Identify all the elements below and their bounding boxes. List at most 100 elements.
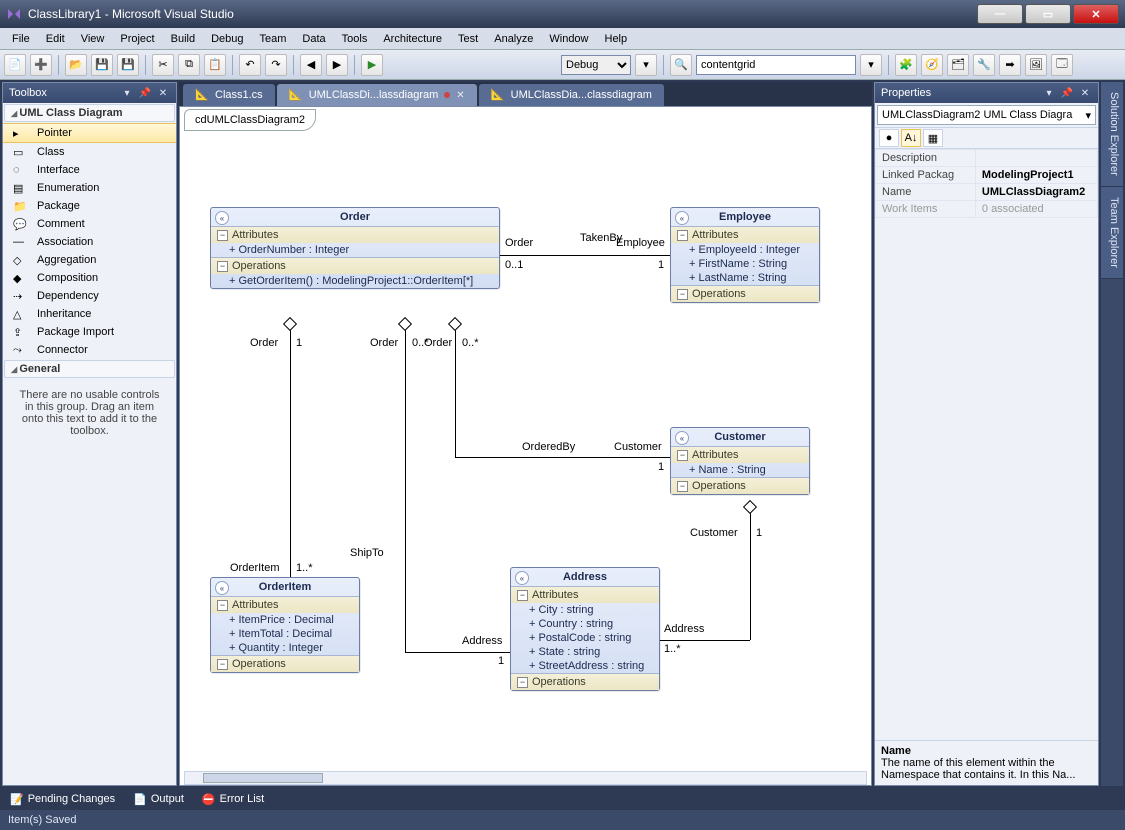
error-list-tab[interactable]: ⛔ Error List: [198, 793, 268, 806]
menu-tools[interactable]: Tools: [334, 31, 376, 47]
output-tab[interactable]: 📄 Output: [129, 793, 188, 806]
document-tab-2[interactable]: 📐UMLClassDia...classdiagram: [479, 84, 664, 106]
toolbox-pin-icon[interactable]: 📌: [138, 86, 152, 100]
toolbox-close-icon[interactable]: ✕: [156, 86, 170, 100]
toolbox-item-inheritance[interactable]: △Inheritance: [3, 305, 176, 323]
expand-icon[interactable]: −: [217, 230, 228, 241]
menu-team[interactable]: Team: [252, 31, 295, 47]
property-row[interactable]: Linked PackagModelingProject1: [876, 167, 1098, 184]
assoc-line[interactable]: [455, 457, 670, 458]
toolbox-item-pointer[interactable]: ▸Pointer: [3, 123, 176, 143]
properties-close-icon[interactable]: ✕: [1078, 86, 1092, 100]
uml-class-employee[interactable]: «Employee −Attributes + EmployeeId : Int…: [670, 207, 820, 303]
assoc-line[interactable]: [660, 640, 750, 641]
copy-button[interactable]: ⧉: [178, 54, 200, 76]
collapse-icon[interactable]: «: [215, 211, 229, 225]
document-tab-0[interactable]: 📐Class1.cs: [183, 84, 275, 106]
tb-extra-2[interactable]: 🧭: [921, 54, 943, 76]
redo-button[interactable]: ↷: [265, 54, 287, 76]
categorized-button[interactable]: ⦁: [879, 129, 899, 147]
menu-view[interactable]: View: [73, 31, 113, 47]
toolbox-item-dependency[interactable]: ⇢Dependency: [3, 287, 176, 305]
tb-extra-4[interactable]: 🔧: [973, 54, 995, 76]
toolbox-item-enumeration[interactable]: ▤Enumeration: [3, 179, 176, 197]
menu-data[interactable]: Data: [294, 31, 333, 47]
menu-build[interactable]: Build: [163, 31, 203, 47]
find-input[interactable]: [696, 55, 856, 75]
assoc-line[interactable]: [290, 322, 291, 577]
maximize-button[interactable]: ▭: [1025, 4, 1071, 24]
uml-class-orderitem[interactable]: «OrderItem −Attributes + ItemPrice : Dec…: [210, 577, 360, 673]
assoc-line[interactable]: [750, 505, 751, 640]
nav-back-button[interactable]: ◀: [300, 54, 322, 76]
tb-extra-3[interactable]: 🗂: [947, 54, 969, 76]
uml-designer[interactable]: cd UMLClassDiagram2 «Order −Attributes +…: [179, 106, 872, 786]
toolbox-item-aggregation[interactable]: ◇Aggregation: [3, 251, 176, 269]
alphabetical-button[interactable]: A↓: [901, 129, 921, 147]
save-button[interactable]: 💾: [91, 54, 113, 76]
property-row[interactable]: Description: [876, 150, 1098, 167]
add-item-button[interactable]: ➕: [30, 54, 52, 76]
property-row[interactable]: NameUMLClassDiagram2: [876, 184, 1098, 201]
find-dropdown[interactable]: ▾: [860, 54, 882, 76]
start-debug-button[interactable]: ▶: [361, 54, 383, 76]
save-all-button[interactable]: 💾: [117, 54, 139, 76]
menu-window[interactable]: Window: [541, 31, 596, 47]
menu-analyze[interactable]: Analyze: [486, 31, 541, 47]
close-button[interactable]: ✕: [1073, 4, 1119, 24]
properties-grid[interactable]: DescriptionLinked PackagModelingProject1…: [875, 149, 1098, 218]
toolbox-item-comment[interactable]: 💬Comment: [3, 215, 176, 233]
uml-class-address[interactable]: «Address −Attributes + City : string + C…: [510, 567, 660, 691]
team-explorer-tab[interactable]: Team Explorer: [1101, 187, 1123, 279]
toolbox-item-class[interactable]: ▭Class: [3, 143, 176, 161]
menu-edit[interactable]: Edit: [38, 31, 73, 47]
toolbox-item-package-import[interactable]: ⇪Package Import: [3, 323, 176, 341]
open-button[interactable]: 📂: [65, 54, 87, 76]
menu-project[interactable]: Project: [112, 31, 162, 47]
toolbox-item-composition[interactable]: ◆Composition: [3, 269, 176, 287]
toolbox-item-connector[interactable]: ⤳Connector: [3, 341, 176, 359]
platform-button[interactable]: ▾: [635, 54, 657, 76]
menu-debug[interactable]: Debug: [203, 31, 251, 47]
find-icon[interactable]: 🔍: [670, 54, 692, 76]
properties-dropdown-icon[interactable]: ▾: [1042, 86, 1056, 100]
tb-extra-7[interactable]: 🗔: [1051, 54, 1073, 76]
properties-object-combo[interactable]: UMLClassDiagram2 UML Class Diagra▾: [877, 105, 1096, 125]
undo-button[interactable]: ↶: [239, 54, 261, 76]
config-dropdown[interactable]: Debug: [561, 55, 631, 75]
toolbox-item-package[interactable]: 📁Package: [3, 197, 176, 215]
toolbox-item-interface[interactable]: ◌Interface: [3, 161, 176, 179]
assoc-line[interactable]: [405, 322, 406, 652]
collapse-icon[interactable]: «: [675, 211, 689, 225]
toolbox-dropdown-icon[interactable]: ▾: [120, 86, 134, 100]
assoc-line[interactable]: [405, 652, 510, 653]
nav-fwd-button[interactable]: ▶: [326, 54, 348, 76]
property-row[interactable]: Work Items0 associated: [876, 201, 1098, 218]
properties-pin-icon[interactable]: 📌: [1060, 86, 1074, 100]
diagram-canvas[interactable]: «Order −Attributes + OrderNumber : Integ…: [180, 137, 871, 771]
menu-file[interactable]: File: [4, 31, 38, 47]
menu-help[interactable]: Help: [597, 31, 636, 47]
assoc-line[interactable]: [455, 322, 456, 457]
paste-button[interactable]: 📋: [204, 54, 226, 76]
assoc-line[interactable]: [500, 255, 670, 256]
solution-explorer-tab[interactable]: Solution Explorer: [1101, 82, 1123, 187]
uml-class-order[interactable]: «Order −Attributes + OrderNumber : Integ…: [210, 207, 500, 289]
menu-test[interactable]: Test: [450, 31, 486, 47]
toolbox-item-association[interactable]: —Association: [3, 233, 176, 251]
toolbox-category-uml[interactable]: UML Class Diagram: [4, 104, 175, 122]
toolbox-category-general[interactable]: General: [4, 360, 175, 378]
document-tab-1[interactable]: 📐UMLClassDi...lassdiagram✕: [277, 84, 477, 106]
property-pages-button[interactable]: ▦: [923, 129, 943, 147]
cut-button[interactable]: ✂: [152, 54, 174, 76]
uml-class-customer[interactable]: «Customer −Attributes + Name : String −O…: [670, 427, 810, 495]
menu-architecture[interactable]: Architecture: [375, 31, 450, 47]
tb-extra-6[interactable]: 🖼: [1025, 54, 1047, 76]
expand-icon[interactable]: −: [217, 261, 228, 272]
new-project-button[interactable]: 📄: [4, 54, 26, 76]
tab-close-icon[interactable]: ✕: [456, 90, 464, 101]
tb-extra-5[interactable]: ➡: [999, 54, 1021, 76]
horizontal-scrollbar[interactable]: [184, 771, 867, 785]
tb-extra-1[interactable]: 🧩: [895, 54, 917, 76]
pending-changes-tab[interactable]: 📝 Pending Changes: [6, 793, 119, 806]
